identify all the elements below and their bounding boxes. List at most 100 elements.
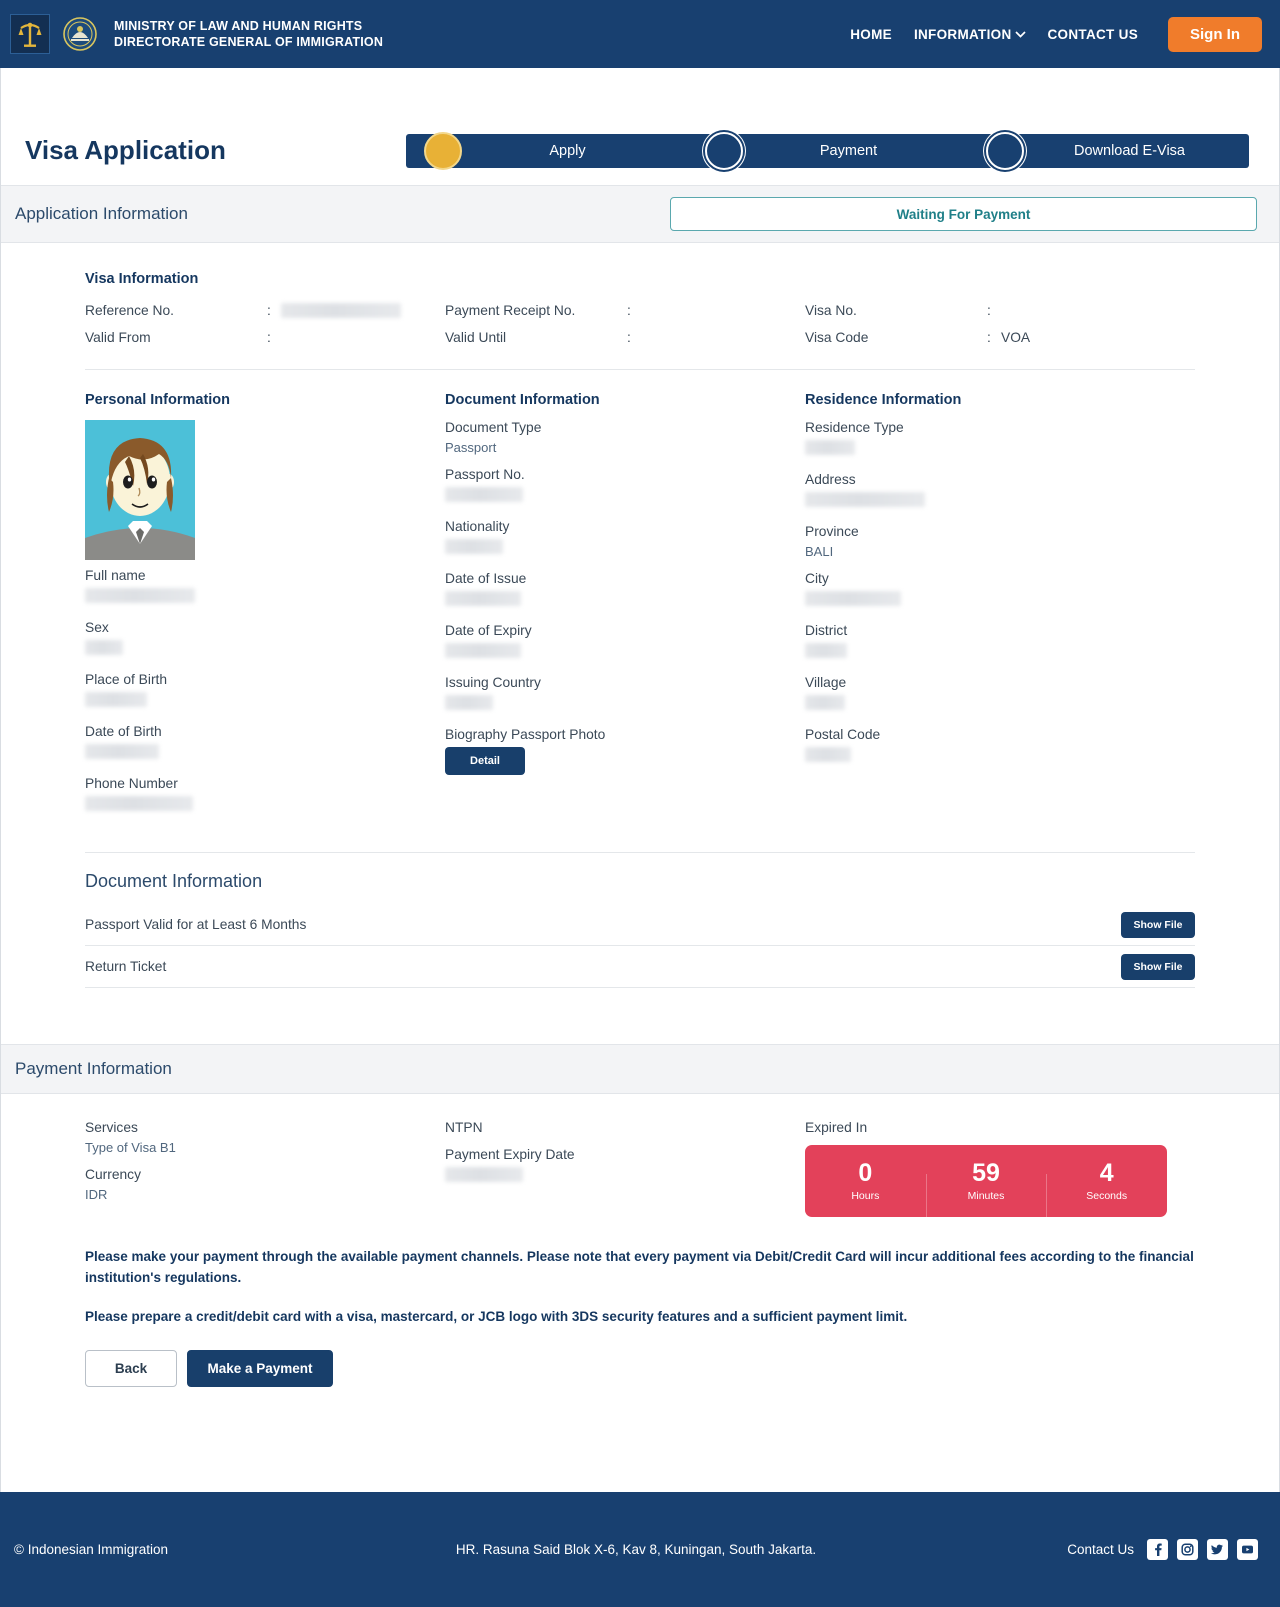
redacted-value — [445, 539, 503, 554]
show-file-button-passport[interactable]: Show File — [1121, 911, 1195, 938]
step-apply-label: Apply — [549, 142, 586, 159]
payment-grid: Services Type of Visa B1 Currency IDR NT… — [85, 1094, 1195, 1218]
field-nationality: Nationality — [445, 519, 805, 559]
page-container: Visa Application Apply Payment Download … — [0, 68, 1280, 1492]
document-information-column: Document Information Document Type Passp… — [445, 392, 805, 828]
back-button[interactable]: Back — [85, 1349, 177, 1387]
visa-information-heading: Visa Information — [85, 271, 199, 287]
documents-list-section: Document Information Passport Valid for … — [85, 853, 1195, 988]
footer-address: HR. Rasuna Said Blok X-6, Kav 8, Kuninga… — [455, 1541, 817, 1557]
application-information-title: Application Information — [15, 204, 188, 223]
instagram-icon[interactable] — [1177, 1539, 1198, 1560]
step-download-evisa-indicator — [986, 131, 1024, 170]
redacted-value — [445, 695, 493, 710]
visa-information-grid: Reference No. : Payment Receipt No. : Vi… — [85, 303, 1195, 345]
payment-countdown-column: Expired In 0 Hours 59 Minutes 4 Seconds — [805, 1120, 1195, 1218]
ministry-title-line2: DIRECTORATE GENERAL OF IMMIGRATION — [114, 35, 384, 49]
step-payment-indicator — [705, 131, 743, 170]
field-document-type: Document Type Passport — [445, 420, 542, 455]
nav-item-home-label: HOME — [850, 26, 892, 42]
visa-field-visa-code: Visa Code : VOA — [805, 330, 1031, 345]
redacted-value — [85, 640, 123, 655]
field-address: Address — [805, 472, 1195, 512]
field-phone-number: Phone Number — [85, 776, 445, 816]
field-place-of-birth: Place of Birth — [85, 672, 445, 712]
field-issuing-country: Issuing Country — [445, 675, 805, 715]
main-navigation: HOME INFORMATION CONTACT US Sign In — [850, 16, 1262, 52]
site-header: MINISTRY OF LAW AND HUMAN RIGHTS DIRECTO… — [0, 0, 1280, 68]
visa-field-reference-no: Reference No. : — [85, 303, 445, 318]
field-district: District — [805, 623, 1195, 663]
nav-item-information[interactable]: INFORMATION — [914, 27, 1026, 42]
payment-ntpn-column: NTPN Payment Expiry Date — [445, 1120, 805, 1217]
nav-item-contact-us-label: CONTACT US — [1047, 26, 1138, 42]
step-apply-indicator — [424, 131, 462, 170]
application-inner: Visa Information Reference No. : Payment… — [1, 271, 1279, 988]
twitter-icon[interactable] — [1207, 1539, 1228, 1560]
redacted-value — [445, 1167, 523, 1182]
title-and-stepper-row: Visa Application Apply Payment Download … — [1, 68, 1279, 185]
visa-field-visa-no: Visa No. : — [805, 303, 991, 318]
application-stepper: Apply Payment Download E-Visa — [406, 131, 1249, 170]
redacted-value — [85, 744, 159, 759]
details-columns: Personal Information Full name Sex Place… — [85, 370, 1195, 828]
field-date-of-birth: Date of Birth — [85, 724, 445, 764]
step-download-evisa[interactable]: Download E-Visa — [968, 131, 1249, 170]
document-row-label: Passport Valid for at Least 6 Months — [85, 917, 307, 932]
nav-item-home[interactable]: HOME — [850, 27, 892, 42]
redacted-value — [85, 588, 195, 603]
application-information-bar: Application Information Waiting For Paym… — [1, 185, 1279, 243]
visa-field-valid-from: Valid From : — [85, 330, 271, 345]
detail-button[interactable]: Detail — [445, 747, 525, 775]
field-province: Province BALI — [805, 524, 859, 559]
field-date-of-issue: Date of Issue — [445, 571, 805, 611]
application-content: Visa Information Reference No. : Payment… — [1, 243, 1279, 1397]
step-apply[interactable]: Apply — [406, 131, 687, 170]
redacted-value — [805, 492, 925, 507]
immigration-emblem-icon — [10, 14, 50, 54]
step-payment-label: Payment — [819, 142, 878, 159]
table-row: Passport Valid for at Least 6 Months Sho… — [85, 904, 1195, 946]
residence-information-column: Residence Information Residence Type Add… — [805, 392, 1195, 828]
make-a-payment-button[interactable]: Make a Payment — [187, 1349, 333, 1387]
field-services: Services Type of Visa B1 — [85, 1120, 176, 1155]
field-full-name: Full name — [85, 568, 445, 608]
brand-logo-group: MINISTRY OF LAW AND HUMAN RIGHTS DIRECTO… — [10, 14, 383, 54]
field-payment-expiry-date: Payment Expiry Date — [445, 1147, 805, 1187]
sign-in-button[interactable]: Sign In — [1168, 16, 1262, 52]
redacted-value — [445, 643, 521, 658]
field-village: Village — [805, 675, 1195, 715]
visa-field-payment-receipt-no: Payment Receipt No. : — [445, 303, 631, 318]
field-biography-passport-photo: Biography Passport Photo Detail — [445, 727, 805, 775]
countdown-minutes: 59 Minutes — [925, 1160, 1047, 1218]
countdown-seconds: 4 Seconds — [1046, 1160, 1167, 1218]
document-information-heading: Document Information — [445, 392, 600, 408]
ministry-seal-icon — [60, 14, 100, 54]
footer-social-group: Contact Us — [928, 1539, 1258, 1560]
show-file-button-return-ticket[interactable]: Show File — [1121, 953, 1195, 980]
footer-contact-us-label: Contact Us — [1067, 1542, 1134, 1557]
ministry-title: MINISTRY OF LAW AND HUMAN RIGHTS DIRECTO… — [114, 18, 383, 51]
redacted-value — [805, 591, 901, 606]
residence-information-heading: Residence Information — [805, 392, 962, 408]
countdown-label: Expired In — [805, 1120, 868, 1135]
countdown-hours: 0 Hours — [851, 1159, 880, 1202]
payment-notice-primary: Please make your payment through the ava… — [85, 1249, 1194, 1285]
field-residence-type: Residence Type — [805, 420, 1195, 460]
nav-item-contact-us[interactable]: CONTACT US — [1048, 27, 1139, 42]
redacted-value — [445, 487, 523, 502]
field-sex: Sex — [85, 620, 445, 660]
payment-notice-secondary: Please prepare a credit/debit card with … — [85, 1308, 908, 1324]
redacted-value — [85, 692, 147, 707]
redacted-value — [445, 591, 521, 606]
youtube-icon[interactable] — [1237, 1539, 1258, 1560]
countdown-timer: 0 Hours 59 Minutes 4 Seconds — [805, 1145, 1167, 1218]
payment-actions: Back Make a Payment — [85, 1349, 1195, 1397]
documents-list-title: Document Information — [85, 871, 263, 891]
payment-information-title: Payment Information — [15, 1059, 172, 1078]
facebook-icon[interactable] — [1147, 1539, 1168, 1560]
step-payment[interactable]: Payment — [687, 131, 968, 170]
visa-field-valid-until: Valid Until : — [445, 330, 631, 345]
applicant-photo — [85, 420, 195, 560]
field-date-of-expiry: Date of Expiry — [445, 623, 805, 663]
